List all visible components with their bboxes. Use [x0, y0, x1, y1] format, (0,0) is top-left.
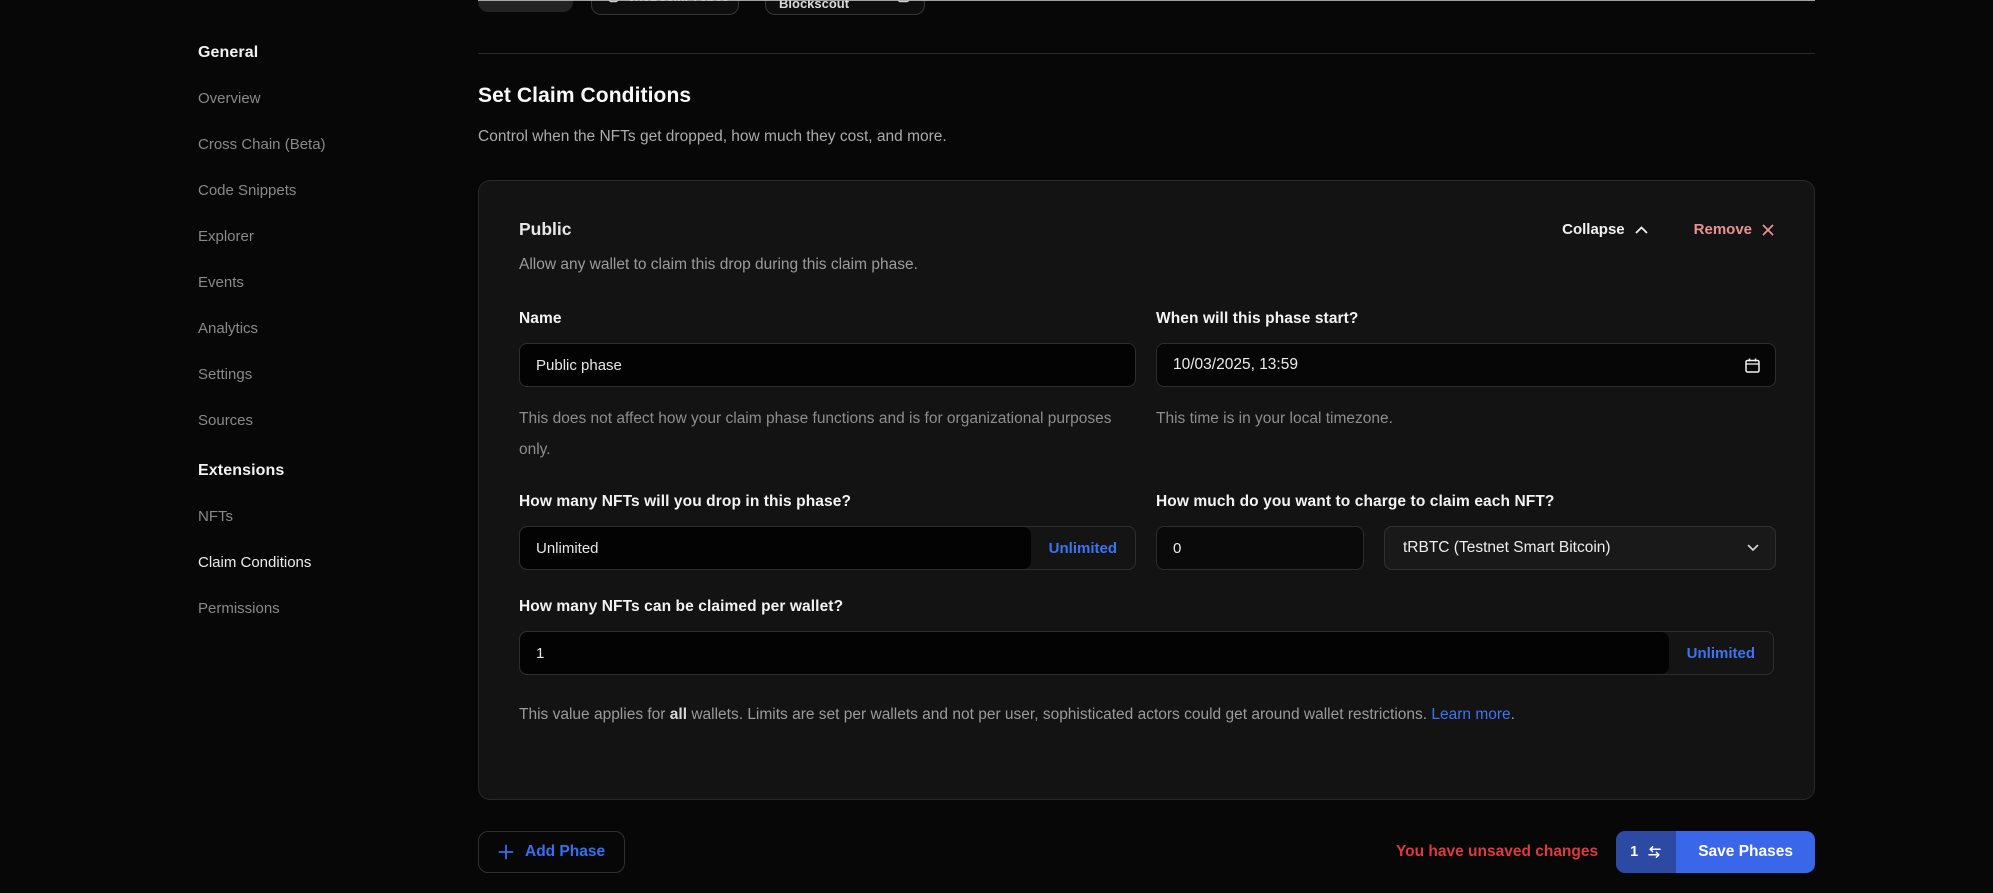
per-wallet-note: This value applies for all wallets. Limi… — [519, 699, 1767, 730]
sidebar-item-nfts[interactable]: NFTs — [198, 508, 438, 526]
contract-address-chip[interactable]: 0xcDee...F76bc9 — [591, 0, 739, 15]
sidebar-item-cross-chain[interactable]: Cross Chain (Beta) — [198, 136, 438, 154]
phase-count-badge[interactable]: 1 — [1616, 831, 1676, 873]
per-wallet-field: How many NFTs can be claimed per wallet?… — [519, 598, 1774, 675]
sidebar-item-analytics[interactable]: Analytics — [198, 320, 438, 338]
sidebar-item-claim-conditions[interactable]: Claim Conditions — [198, 554, 438, 572]
start-time-label: When will this phase start? — [1156, 310, 1776, 328]
sidebar-item-sources[interactable]: Sources — [198, 412, 438, 430]
sidebar-item-overview[interactable]: Overview — [198, 90, 438, 108]
per-wallet-unlimited-button[interactable]: Unlimited — [1669, 632, 1773, 674]
start-time-field: When will this phase start? 10/03/2025, … — [1156, 310, 1776, 465]
name-help: This does not affect how your claim phas… — [519, 403, 1136, 465]
swap-arrows-icon — [1647, 845, 1662, 859]
supply-label: How many NFTs will you drop in this phas… — [519, 493, 1136, 511]
per-wallet-label: How many NFTs can be claimed per wallet? — [519, 598, 1774, 616]
price-field: How much do you want to charge to claim … — [1156, 493, 1776, 570]
collapse-button[interactable]: Collapse — [1562, 221, 1648, 238]
name-field: Name This does not affect how your claim… — [519, 310, 1136, 465]
remove-button[interactable]: Remove — [1694, 221, 1774, 238]
sidebar-item-settings[interactable]: Settings — [198, 366, 438, 384]
close-icon — [1762, 224, 1774, 236]
per-wallet-input-group: Unlimited — [519, 631, 1774, 675]
claim-phase-card: Public Allow any wallet to claim this dr… — [478, 180, 1815, 800]
plus-icon — [498, 844, 514, 860]
collapse-label: Collapse — [1562, 221, 1625, 238]
unsaved-changes-text: You have unsaved changes — [1396, 843, 1598, 861]
supply-field: How many NFTs will you drop in this phas… — [519, 493, 1136, 570]
claim-conditions-page: General Overview Cross Chain (Beta) Code… — [0, 0, 1993, 893]
contract-sidebar: General Overview Cross Chain (Beta) Code… — [198, 44, 438, 646]
header-divider — [478, 53, 1815, 54]
supply-unlimited-button[interactable]: Unlimited — [1031, 527, 1135, 569]
add-phase-label: Add Phase — [525, 843, 605, 861]
chevron-down-icon — [1747, 544, 1759, 552]
top-edge-highlight — [478, 0, 1815, 1]
learn-more-link[interactable]: Learn more — [1431, 706, 1510, 723]
block-explorer-label: Rootstock Blockscout — [779, 0, 888, 11]
sidebar-section-extensions: Extensions — [198, 462, 438, 480]
sidebar-item-permissions[interactable]: Permissions — [198, 600, 438, 618]
phase-description: Allow any wallet to claim this drop duri… — [519, 256, 918, 274]
page-title: Set Claim Conditions — [478, 84, 691, 108]
save-phases-button[interactable]: Save Phases — [1676, 831, 1815, 873]
start-time-value: 10/03/2025, 13:59 — [1173, 356, 1298, 374]
sidebar-item-explorer[interactable]: Explorer — [198, 228, 438, 246]
phase-head-text: Public Allow any wallet to claim this dr… — [519, 219, 918, 274]
per-wallet-input[interactable] — [520, 632, 1669, 674]
main-content: 0xcDee...F76bc9 Rootstock Blockscout Set… — [478, 0, 1815, 893]
price-label: How much do you want to charge to claim … — [1156, 493, 1776, 511]
start-time-input[interactable]: 10/03/2025, 13:59 — [1156, 343, 1776, 387]
name-label: Name — [519, 310, 1136, 328]
save-button-group: 1 Save Phases — [1616, 831, 1815, 873]
sidebar-section-general: General — [198, 44, 438, 62]
supply-input-group: Unlimited — [519, 526, 1136, 570]
add-phase-button[interactable]: Add Phase — [478, 831, 625, 873]
price-input[interactable] — [1156, 526, 1364, 570]
phase-title: Public — [519, 219, 918, 240]
name-input[interactable] — [519, 343, 1136, 387]
currency-value: tRBTC (Testnet Smart Bitcoin) — [1403, 539, 1611, 557]
remove-label: Remove — [1694, 221, 1752, 238]
supply-input[interactable] — [520, 527, 1031, 569]
sidebar-item-events[interactable]: Events — [198, 274, 438, 292]
page-subtitle: Control when the NFTs get dropped, how m… — [478, 128, 947, 146]
chevron-up-icon — [1635, 226, 1648, 234]
currency-select[interactable]: tRBTC (Testnet Smart Bitcoin) — [1384, 526, 1776, 570]
start-time-help: This time is in your local timezone. — [1156, 403, 1776, 434]
note-bold-all: all — [670, 706, 687, 723]
truncated-toolbar-button[interactable] — [478, 0, 573, 12]
calendar-icon[interactable] — [1744, 357, 1761, 374]
block-explorer-chip[interactable]: Rootstock Blockscout — [765, 0, 925, 15]
sidebar-item-code-snippets[interactable]: Code Snippets — [198, 182, 438, 200]
phases-footer: Add Phase You have unsaved changes 1 Sav… — [478, 831, 1815, 873]
phase-count-value: 1 — [1630, 844, 1638, 860]
